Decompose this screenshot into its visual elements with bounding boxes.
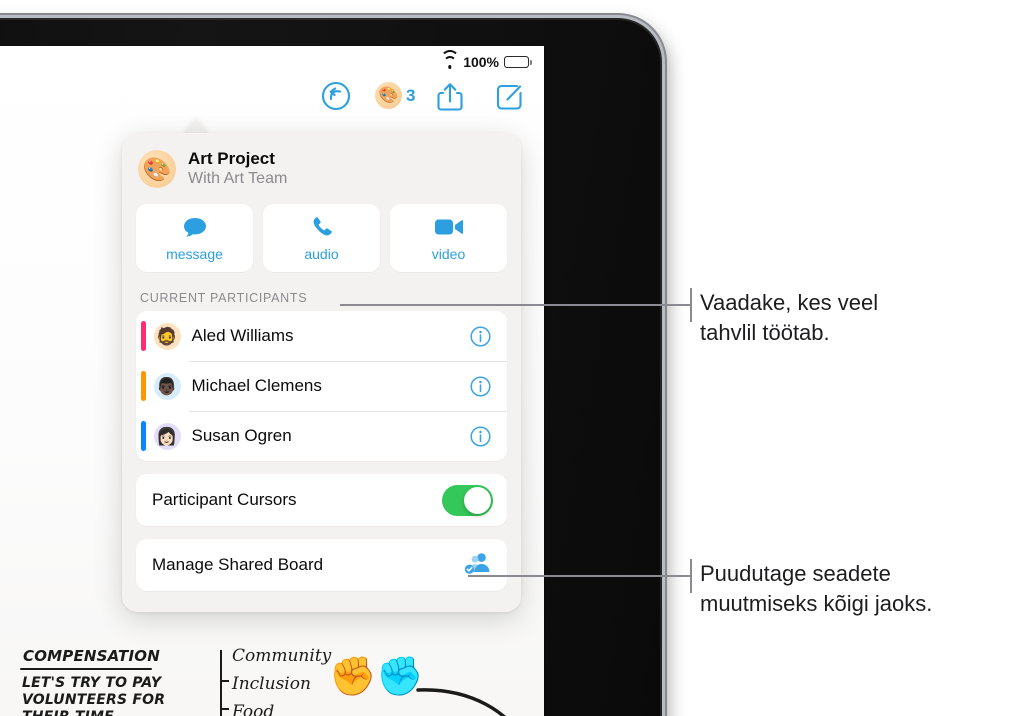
toggle-knob (464, 486, 491, 514)
participant-row-susan-ogren[interactable]: 👩🏻 Susan Ogren (136, 411, 507, 461)
avatar: 🧔 (153, 322, 181, 350)
phone-icon (310, 215, 334, 239)
note-compensation-underline (20, 668, 152, 671)
screenshot-root: instorm COMPENSATION LET'S TRY TO PAYVOL… (0, 0, 1021, 716)
participant-name: Michael Clemens (191, 376, 322, 396)
popover-subtitle: With Art Team (188, 170, 288, 188)
video-button[interactable]: video (390, 204, 507, 273)
video-label: video (431, 245, 466, 262)
participant-cursors-row[interactable]: Participant Cursors (136, 474, 507, 527)
avatar: 👨🏿 (153, 372, 181, 400)
share-button[interactable] (435, 80, 465, 119)
participant-cursors-toggle[interactable] (442, 484, 493, 516)
ipad-screen: instorm COMPENSATION LET'S TRY TO PAYVOL… (0, 46, 544, 716)
message-bubble-icon (182, 215, 208, 239)
project-avatar-icon: 🎨 (138, 150, 176, 189)
participant-name: Aled Williams (191, 326, 294, 346)
callout-text-1: Vaadake, kes veel tahvlil töötab. (700, 288, 1010, 348)
callout-leader-cap-2 (690, 559, 692, 593)
share-icon (437, 83, 463, 111)
callout-1-line-2: tahvlil töötab. (700, 320, 830, 345)
fist-doodle-orange: ✊ (329, 656, 377, 698)
palette-avatar-icon: 🎨 (375, 82, 402, 109)
participant-accent-bar (141, 421, 146, 452)
message-label: message (166, 245, 223, 262)
popover-title: Art Project (188, 149, 275, 168)
curved-arrow-doodle (416, 688, 506, 716)
participants-list: 🧔 Aled Williams 👨🏿 Michael Clemens 👩🏻 Su… (136, 311, 507, 462)
app-toolbar: A 🎨 (0, 80, 544, 126)
compose-icon (496, 84, 522, 110)
callout-2-line-2: muutmiseks kõigi jaoks. (700, 591, 933, 616)
participant-row-aled-williams[interactable]: 🧔 Aled Williams (136, 311, 507, 361)
topic-tick-1 (220, 680, 229, 682)
undo-icon (321, 81, 351, 111)
participant-accent-bar (141, 371, 146, 402)
callout-leader-cap-1 (690, 288, 692, 322)
participant-row-michael-clemens[interactable]: 👨🏿 Michael Clemens (136, 361, 507, 411)
audio-label: audio (304, 245, 339, 262)
topic-list-rule (220, 650, 222, 716)
audio-button[interactable]: audio (263, 204, 380, 273)
callout-text-2: Puudutage seadete muutmiseks kõigi jaoks. (700, 559, 1015, 619)
collaboration-popover: 🎨 Art Project With Art Team message audi… (122, 133, 521, 612)
undo-button[interactable] (320, 80, 352, 117)
popover-header: 🎨 Art Project With Art Team (122, 133, 521, 196)
info-icon[interactable] (470, 375, 491, 397)
info-icon[interactable] (470, 425, 491, 447)
manage-shared-board-row[interactable]: Manage Shared Board (136, 539, 507, 592)
battery-percent-label: 100% (463, 54, 499, 70)
info-icon[interactable] (470, 325, 491, 347)
message-button[interactable]: message (136, 204, 253, 273)
collaboration-button[interactable]: 🎨 3 (375, 82, 415, 109)
callout-2-line-1: Puudutage seadete (700, 561, 891, 586)
participant-name: Susan Ogren (191, 426, 292, 446)
quick-action-row: message audio video (122, 196, 521, 273)
wifi-icon (440, 49, 460, 69)
topic-tick-2 (220, 708, 229, 710)
callout-leader-line-2 (468, 575, 690, 577)
battery-full-icon (504, 56, 532, 68)
video-camera-icon (434, 215, 464, 239)
collaborator-count: 3 (406, 85, 416, 105)
callout-leader-line-1 (340, 304, 690, 306)
manage-shared-board-label: Manage Shared Board (152, 555, 324, 575)
compose-button[interactable] (494, 80, 526, 119)
callout-1-line-1: Vaadake, kes veel (700, 290, 879, 315)
status-bar: 100% (440, 49, 532, 70)
participant-accent-bar (141, 321, 146, 352)
avatar: 👩🏻 (153, 422, 181, 450)
participant-cursors-label: Participant Cursors (152, 490, 297, 510)
popover-arrow (183, 119, 209, 133)
